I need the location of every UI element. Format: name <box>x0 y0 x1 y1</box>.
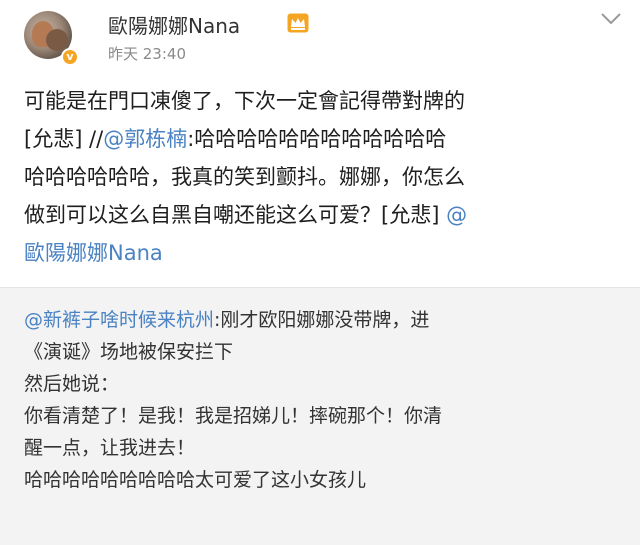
post-line: 歐陽娜娜Nana <box>24 234 620 272</box>
username[interactable]: 歐陽娜娜Nana <box>108 10 240 39</box>
mention-link[interactable]: @新裤子啥时候来杭州 <box>24 309 214 331</box>
text-segment: :哈哈哈哈哈哈哈哈哈哈哈哈 <box>187 127 447 151</box>
text-segment: 《演诞》场地被保安拦下 <box>24 341 234 363</box>
post-line: 哈哈哈哈哈哈，我真的笑到颤抖。娜娜，你怎么 <box>24 158 620 196</box>
post-line: 可能是在門口凍傻了，下次一定會記得帶對牌的 <box>24 82 620 120</box>
chevron-down-icon[interactable] <box>600 12 622 26</box>
crown-icon[interactable] <box>287 13 309 33</box>
text-segment: 可能是在門口凍傻了，下次一定會記得帶對牌的 <box>24 89 465 113</box>
post-header: v 歐陽娜娜Nana 昨天 23:40 <box>0 0 640 80</box>
verified-badge-icon: v <box>61 48 79 66</box>
mention-link[interactable]: @郭栋楠 <box>103 127 187 151</box>
post-line: 做到可以这么自黑自嘲还能这么可爱？[允悲] @ <box>24 196 620 234</box>
retweet-line: 然后她说： <box>24 368 620 400</box>
text-segment: 然后她说： <box>24 373 120 395</box>
text-segment: 醒一点，让我进去！ <box>24 437 196 459</box>
post-line: [允悲] //@郭栋楠:哈哈哈哈哈哈哈哈哈哈哈哈 <box>24 120 620 158</box>
text-segment: 做到可以这么自黑自嘲还能这么可爱？[允悲] <box>24 203 447 227</box>
post-body: 可能是在門口凍傻了，下次一定會記得帶對牌的 [允悲] //@郭栋楠:哈哈哈哈哈哈哈… <box>24 82 620 272</box>
post-timestamp: 昨天 23:40 <box>108 45 186 63</box>
retweet-line: @新裤子啥时候来杭州:刚才欧阳娜娜没带牌，进 <box>24 304 620 336</box>
mention-link[interactable]: @ <box>446 203 467 227</box>
retweet-line: 醒一点，让我进去！ <box>24 432 620 464</box>
retweet-body: @新裤子啥时候来杭州:刚才欧阳娜娜没带牌，进《演诞》场地被保安拦下 然后她说： 你看… <box>24 304 620 496</box>
retweet-line: 你看清楚了！是我！我是招娣儿！摔碗那个！你清 <box>24 400 620 432</box>
retweet-line: 《演诞》场地被保安拦下 <box>24 336 620 368</box>
text-segment: :刚才欧阳娜娜没带牌，进 <box>214 309 430 331</box>
text-segment: 哈哈哈哈哈哈哈哈哈太可爱了这小女孩儿 <box>24 469 367 491</box>
text-segment: [允悲] // <box>24 127 104 151</box>
text-segment: 你看清楚了！是我！我是招娣儿！摔碗那个！你清 <box>24 405 443 427</box>
retweet-line: 哈哈哈哈哈哈哈哈哈太可爱了这小女孩儿 <box>24 464 620 496</box>
retweeted-post[interactable]: @新裤子啥时候来杭州:刚才欧阳娜娜没带牌，进《演诞》场地被保安拦下 然后她说： 你看… <box>0 287 640 545</box>
mention-link[interactable]: 歐陽娜娜Nana <box>24 241 163 265</box>
text-segment: 哈哈哈哈哈哈，我真的笑到颤抖。娜娜，你怎么 <box>24 165 465 189</box>
avatar-figure-shadow <box>46 29 68 51</box>
